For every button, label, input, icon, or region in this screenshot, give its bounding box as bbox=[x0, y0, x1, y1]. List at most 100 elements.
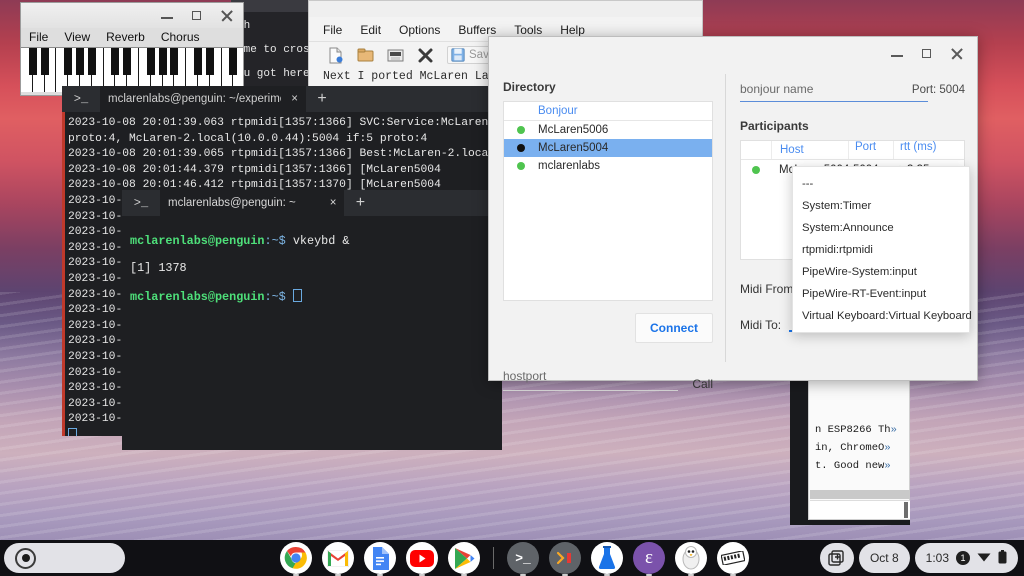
dropdown-item-rtpmidi[interactable]: rtpmidi:rtpmidi bbox=[793, 239, 969, 261]
doc-text-1: in, ChromeO bbox=[815, 442, 884, 454]
horizontal-scrollbar[interactable] bbox=[810, 490, 910, 499]
maximize-icon[interactable] bbox=[921, 48, 933, 60]
piano-black-key[interactable] bbox=[123, 48, 131, 75]
participants-column-host[interactable]: Host bbox=[772, 144, 848, 156]
call-button[interactable]: Call bbox=[692, 377, 713, 391]
terminal-back-tab[interactable]: mclarenlabs@penguin: ~/experiment × bbox=[100, 86, 306, 112]
vkeybd-menu-reverb[interactable]: Reverb bbox=[106, 30, 145, 44]
open-file-icon[interactable] bbox=[357, 47, 374, 64]
chromeos-shelf[interactable]: >_ ε Oct 8 1:03 bbox=[0, 540, 1024, 576]
minimize-icon[interactable] bbox=[891, 48, 903, 60]
dropdown-item-pipewire-rt-event-input[interactable]: PipeWire-RT-Event:input bbox=[793, 283, 969, 305]
dropdown-item-virtual-keyboard[interactable]: Virtual Keyboard:Virtual Keyboard bbox=[793, 305, 969, 327]
emacs-menu-edit[interactable]: Edit bbox=[360, 23, 381, 37]
system-tray[interactable]: Oct 8 1:03 1 bbox=[820, 543, 1018, 573]
vkeybd-window[interactable]: File View Reverb Chorus bbox=[20, 2, 244, 96]
screen-capture-button[interactable] bbox=[820, 543, 854, 573]
bonjour-name-input[interactable]: bonjour name bbox=[740, 82, 813, 96]
emacs-titlebar[interactable] bbox=[309, 1, 702, 17]
battery-icon[interactable] bbox=[998, 550, 1007, 567]
dropdown-item-none[interactable]: --- bbox=[793, 173, 969, 195]
new-tab-button[interactable]: + bbox=[306, 86, 338, 112]
notification-badge[interactable]: 1 bbox=[956, 551, 970, 565]
directory-heading: Directory bbox=[503, 80, 713, 94]
vkeybd-menubar[interactable]: File View Reverb Chorus bbox=[21, 28, 243, 47]
directory-row[interactable]: McLaren5006 bbox=[504, 121, 712, 139]
directory-column-bonjour[interactable]: Bonjour bbox=[538, 105, 712, 117]
shelf-app-linux-penguin[interactable] bbox=[675, 542, 707, 574]
new-file-icon[interactable] bbox=[327, 47, 344, 64]
midi-port-dropdown[interactable]: --- System:Timer System:Announce rtpmidi… bbox=[792, 166, 970, 333]
dropdown-item-system-timer[interactable]: System:Timer bbox=[793, 195, 969, 217]
connect-button[interactable]: Connect bbox=[635, 313, 713, 343]
vkeybd-menu-view[interactable]: View bbox=[64, 30, 90, 44]
piano-black-key[interactable] bbox=[88, 48, 96, 75]
directory-row[interactable]: McLaren5004 bbox=[504, 139, 712, 157]
shelf-app-keyboard[interactable] bbox=[717, 542, 749, 574]
vkeybd-menu-chorus[interactable]: Chorus bbox=[161, 30, 200, 44]
terminal-front-tab[interactable]: mclarenlabs@penguin: ~ × bbox=[160, 190, 344, 216]
emacs-menu-options[interactable]: Options bbox=[399, 23, 440, 37]
piano-black-key[interactable] bbox=[76, 48, 84, 75]
emacs-menu-buffers[interactable]: Buffers bbox=[458, 23, 496, 37]
launcher-button[interactable] bbox=[4, 543, 125, 573]
shelf-app-youtube[interactable] bbox=[406, 542, 438, 574]
terminal-back-tabbar[interactable]: >_ mclarenlabs@penguin: ~/experiment × + bbox=[62, 86, 500, 112]
status-indicator bbox=[741, 166, 771, 174]
dropdown-item-system-announce[interactable]: System:Announce bbox=[793, 217, 969, 239]
vertical-scrollbar[interactable] bbox=[904, 502, 908, 518]
shelf-app-terminal[interactable]: >_ bbox=[507, 542, 539, 574]
dialog-window-controls[interactable] bbox=[891, 48, 963, 60]
document-window[interactable]: n ESP8266 Th» in, ChromeO» t. Good new» bbox=[808, 360, 910, 520]
directory-table[interactable]: Bonjour McLaren5006 McLaren5004 mclarenl… bbox=[503, 101, 713, 301]
shelf-app-google-docs[interactable] bbox=[364, 542, 396, 574]
shell-prompt-path-2: :~$ bbox=[265, 290, 286, 304]
close-icon[interactable] bbox=[951, 48, 963, 60]
save-as-icon[interactable] bbox=[387, 47, 404, 64]
emacs-menu-tools[interactable]: Tools bbox=[514, 23, 542, 37]
participants-column-port[interactable]: Port bbox=[848, 141, 893, 159]
emacs-menu-help[interactable]: Help bbox=[560, 23, 585, 37]
piano-black-key[interactable] bbox=[111, 48, 119, 75]
tab-close-icon[interactable]: × bbox=[291, 93, 298, 105]
close-icon[interactable] bbox=[221, 10, 233, 22]
terminal-window-front[interactable]: >_ mclarenlabs@penguin: ~ × + mclarenlab… bbox=[122, 190, 502, 450]
directory-row[interactable]: mclarenlabs bbox=[504, 157, 712, 175]
terminal-front-tabbar[interactable]: >_ mclarenlabs@penguin: ~ × + bbox=[122, 190, 502, 216]
vkeybd-window-controls[interactable] bbox=[161, 10, 233, 22]
piano-black-key[interactable] bbox=[159, 48, 167, 75]
shelf-app-chrome[interactable] bbox=[280, 542, 312, 574]
piano-black-key[interactable] bbox=[170, 48, 178, 75]
wifi-icon[interactable] bbox=[977, 551, 991, 565]
participants-column-rtt[interactable]: rtt (ms) bbox=[893, 141, 964, 159]
close-buffer-icon[interactable] bbox=[417, 47, 434, 64]
emacs-menu-file[interactable]: File bbox=[323, 23, 342, 37]
piano-black-key[interactable] bbox=[64, 48, 72, 75]
piano-black-key[interactable] bbox=[29, 48, 37, 75]
piano-black-key[interactable] bbox=[206, 48, 214, 75]
piano-black-key[interactable] bbox=[147, 48, 155, 75]
vkeybd-menu-file[interactable]: File bbox=[29, 30, 48, 44]
tray-time: 1:03 bbox=[926, 551, 949, 565]
date-tray[interactable]: Oct 8 bbox=[859, 543, 910, 573]
piano-black-key[interactable] bbox=[194, 48, 202, 75]
shelf-app-strip[interactable]: >_ ε bbox=[280, 542, 749, 574]
minimize-icon[interactable] bbox=[161, 10, 173, 22]
doc-line-1: in, ChromeO» bbox=[809, 439, 909, 457]
dropdown-item-pipewire-system-input[interactable]: PipeWire-System:input bbox=[793, 261, 969, 283]
tab-close-icon[interactable]: × bbox=[330, 197, 337, 209]
shelf-app-gmail[interactable] bbox=[322, 542, 354, 574]
piano-black-key[interactable] bbox=[41, 48, 49, 75]
shelf-app-beaker[interactable] bbox=[591, 542, 623, 574]
new-tab-button[interactable]: + bbox=[344, 190, 376, 216]
piano-black-key[interactable] bbox=[229, 48, 237, 75]
shelf-app-crosh[interactable] bbox=[549, 542, 581, 574]
vkeybd-titlebar[interactable] bbox=[21, 3, 243, 28]
status-tray[interactable]: 1:03 1 bbox=[915, 543, 1018, 573]
shelf-app-play-store[interactable] bbox=[448, 542, 480, 574]
doc-text-2: t. Good new bbox=[815, 460, 884, 472]
maximize-icon[interactable] bbox=[191, 10, 203, 22]
shelf-app-emacs[interactable]: ε bbox=[633, 542, 665, 574]
dialog-titlebar[interactable] bbox=[489, 37, 977, 70]
hostport-input[interactable]: hostport bbox=[503, 369, 546, 383]
